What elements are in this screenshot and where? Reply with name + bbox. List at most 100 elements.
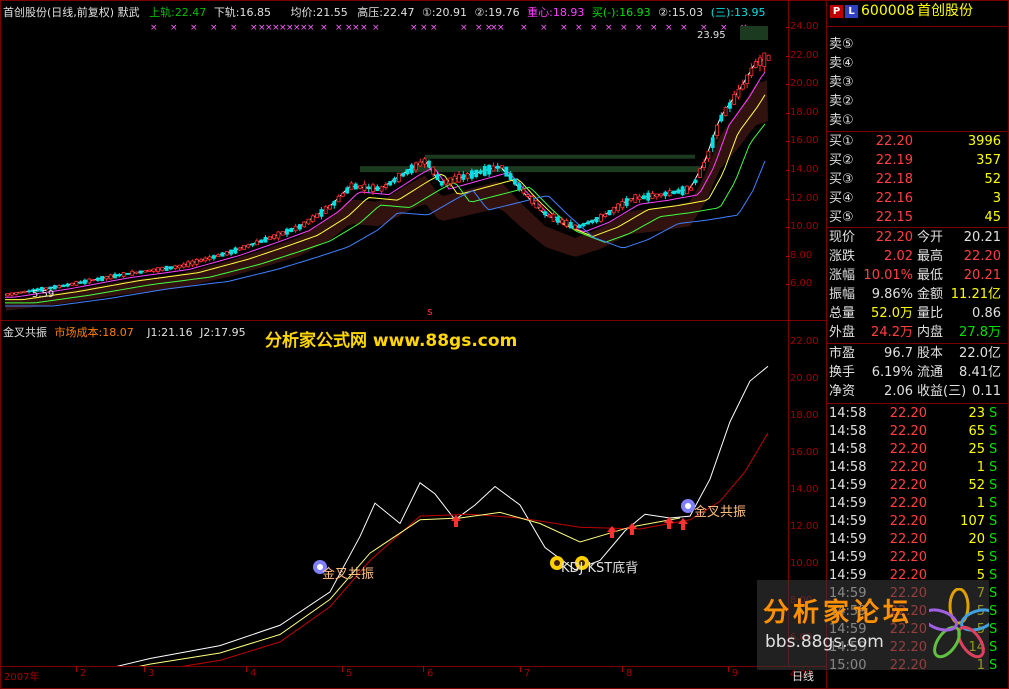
high-price-label: 23.95 xyxy=(697,30,726,41)
j1-label: J1: xyxy=(147,326,162,339)
price-tick: 10.00 xyxy=(790,221,819,233)
pane-divider[interactable] xyxy=(0,320,826,321)
tick-row-cell: 22.20 xyxy=(889,406,927,421)
tick-row-cell: 22.20 xyxy=(889,496,927,511)
tick-row-cell: S xyxy=(989,460,998,475)
j2-value: 17.95 xyxy=(214,326,246,339)
bid-row: 买③ 22.18 52 xyxy=(827,171,1007,189)
tick-row-cell: 25 xyxy=(968,442,985,457)
tick-row-cell: S xyxy=(989,478,998,493)
svg-text:×: × xyxy=(430,23,438,33)
indicator-tick: 10.00 xyxy=(790,558,819,569)
ask-row: 卖② xyxy=(827,93,1007,111)
svg-text:×: × xyxy=(320,23,328,33)
fundamental-row-cell: 股本 xyxy=(917,346,944,361)
fundamental-row: 市盈 96.7 股本 22.0亿 xyxy=(827,345,1007,363)
svg-text:×: × xyxy=(475,23,483,33)
stock-code: 600008 xyxy=(861,3,915,19)
svg-text:×: × xyxy=(420,23,428,33)
tick-row-cell: 14:58 xyxy=(829,424,867,439)
fundamental-row-cell: 22.0亿 xyxy=(959,346,1001,361)
month-tick: 5 xyxy=(346,668,353,679)
tick-row: 14:59 22.20 1 S xyxy=(827,495,1007,513)
cost-value: 18.07 xyxy=(102,326,134,339)
indicator-chart[interactable] xyxy=(0,340,788,666)
tick-row-cell: 14:59 xyxy=(829,514,867,529)
price-tick: 6.00 xyxy=(790,278,813,290)
chart-area[interactable]: 首创股份(日线,前复权) 默武 上轨:22.47 下轨:16.85 均价:21.… xyxy=(0,0,826,689)
tick-row-cell: 65 xyxy=(968,424,985,439)
fundamental-row-cell: 换手 xyxy=(829,365,856,380)
tick-row-cell: 1 xyxy=(976,460,985,475)
bid-row-cell: 买② xyxy=(829,153,854,168)
candlestick-chart[interactable]: × × × × × × × × × × × × × × × × × × × × × × × × × ×× × × × × × × × × × × × × ×… xyxy=(0,18,788,320)
fundamental-row-cell: 市盈 xyxy=(829,346,856,361)
stat-row-cell: 9.86% xyxy=(871,287,913,302)
stat-row-cell: 涨幅 xyxy=(829,268,856,283)
svg-text:×: × xyxy=(410,23,418,33)
bid-row-cell: 22.18 xyxy=(875,172,913,187)
bid-row-cell: 3 xyxy=(992,191,1001,206)
tick-row-cell: S xyxy=(989,514,998,529)
stat-row-cell: 22.20 xyxy=(963,249,1001,264)
ask-row: 卖③ xyxy=(827,74,1007,92)
year-label: 2007年 xyxy=(4,672,40,683)
ask-row-cell: 卖④ xyxy=(829,56,854,71)
month-mark xyxy=(76,666,77,672)
month-mark xyxy=(246,666,247,672)
tick-row-cell: 20 xyxy=(968,532,985,547)
bid-row-cell: 22.20 xyxy=(875,134,913,149)
separator xyxy=(827,227,1007,228)
stat-row: 现价 22.20 今开 20.21 xyxy=(827,229,1007,247)
tick-row: 14:58 22.20 23 S xyxy=(827,405,1007,423)
bid-row-cell: 22.19 xyxy=(875,153,913,168)
tick-mark xyxy=(786,198,790,200)
tick-mark xyxy=(786,141,790,143)
tick-mark xyxy=(786,255,790,257)
month-mark xyxy=(728,666,729,672)
fundamental-row: 换手 6.19% 流通 8.41亿 xyxy=(827,364,1007,382)
period-label[interactable]: 日线 xyxy=(792,668,814,684)
l-button[interactable]: L xyxy=(845,5,858,18)
tick-row-cell: 107 xyxy=(960,514,985,529)
bid-row: 买④ 22.16 3 xyxy=(827,190,1007,208)
svg-text:×: × xyxy=(575,23,583,33)
volume-cloud xyxy=(5,26,768,311)
stat-row-cell: 现价 xyxy=(829,230,856,245)
stat-row: 涨跌 2.02 最高 22.20 xyxy=(827,248,1007,266)
tick-row: 14:59 22.20 52 S xyxy=(827,477,1007,495)
low-price-label: 5.59 xyxy=(32,289,55,300)
svg-text:×: × xyxy=(635,23,643,33)
tick-row-cell: 22.20 xyxy=(889,478,927,493)
bid-row-cell: 买⑤ xyxy=(829,210,854,225)
price-tick: 12.00 xyxy=(790,192,819,204)
svg-text:×: × xyxy=(520,23,528,33)
tick-row: 14:59 22.20 20 S xyxy=(827,531,1007,549)
ask-row-cell: 卖① xyxy=(829,113,854,128)
tick-row-cell: 1 xyxy=(976,496,985,511)
indicator-tick: 20.00 xyxy=(790,373,819,384)
tick-row-cell: 14:58 xyxy=(829,442,867,457)
ask-row-cell: 卖⑤ xyxy=(829,37,854,52)
month-mark xyxy=(520,666,521,672)
p-button[interactable]: P xyxy=(830,5,843,18)
bid-row: 买② 22.19 357 xyxy=(827,152,1007,170)
svg-text:×: × xyxy=(150,23,158,33)
bid-row: 买① 22.20 3996 xyxy=(827,133,1007,151)
tick-row-cell: 22.20 xyxy=(889,550,927,565)
tick-row-cell: 22.20 xyxy=(889,532,927,547)
tick-mark xyxy=(786,27,790,28)
indicator-tick: 18.00 xyxy=(790,410,819,421)
tick-row-cell: 22.20 xyxy=(889,442,927,457)
tick-row-cell: 22.20 xyxy=(889,460,927,475)
j1-value: 21.16 xyxy=(161,326,193,339)
stat-row-cell: 10.01% xyxy=(863,268,913,283)
bid-row-cell: 357 xyxy=(976,153,1001,168)
month-tick: 7 xyxy=(524,668,531,679)
stat-row: 总量 52.0万 量比 0.86 xyxy=(827,305,1007,323)
tick-row: 14:58 22.20 65 S xyxy=(827,423,1007,441)
stock-name: 首创股份 xyxy=(917,3,973,19)
ask-row: 卖④ xyxy=(827,55,1007,73)
tick-row-cell: S xyxy=(989,550,998,565)
stat-row: 振幅 9.86% 金额 11.21亿 xyxy=(827,286,1007,304)
